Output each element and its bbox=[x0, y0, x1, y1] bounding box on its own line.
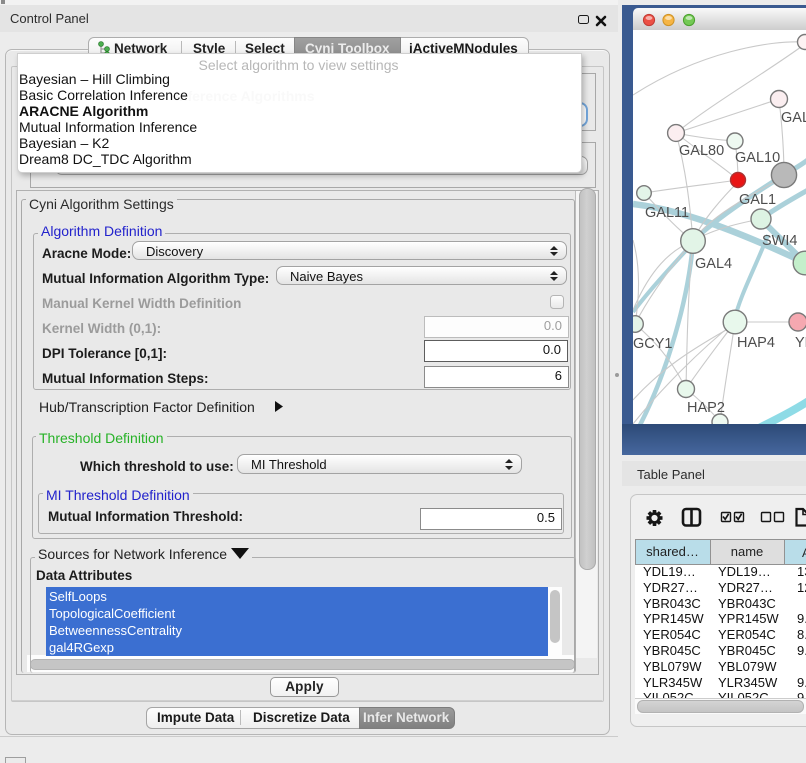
svg-text:GCY1: GCY1 bbox=[633, 336, 673, 352]
svg-text:SWI4: SWI4 bbox=[762, 233, 797, 249]
svg-text:YD: YD bbox=[795, 335, 806, 351]
svg-text:GAL7: GAL7 bbox=[781, 110, 806, 126]
svg-text:HAP2: HAP2 bbox=[687, 400, 725, 416]
svg-text:GAL1: GAL1 bbox=[739, 192, 776, 208]
svg-text:HAP4: HAP4 bbox=[737, 335, 775, 351]
svg-text:GAL4: GAL4 bbox=[695, 256, 732, 272]
svg-text:GAL10: GAL10 bbox=[735, 150, 780, 166]
svg-text:GAL80: GAL80 bbox=[679, 143, 724, 159]
svg-text:GAL11: GAL11 bbox=[645, 205, 689, 221]
